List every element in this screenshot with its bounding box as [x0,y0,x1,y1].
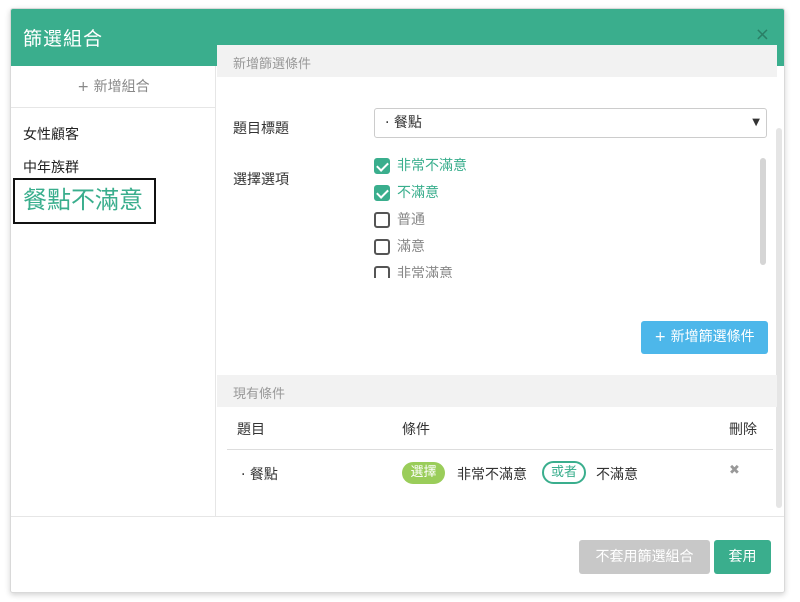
condition-value-1: 非常不滿意 [457,467,527,483]
or-badge: 或者 [542,461,586,484]
checkbox-checked-icon[interactable] [374,158,390,174]
main-scrollbar[interactable] [776,128,782,508]
row-question: · 餐點 [241,467,278,483]
table-row: · 餐點 選擇 非常不滿意 或者 不滿意 ✖ [227,450,773,496]
options-label: 選擇選項 [233,172,289,188]
delete-icon[interactable]: ✖ [729,463,740,478]
new-filter-section-header: 新增篩選條件 [217,45,777,77]
question-select-value: · 餐點 [385,115,422,131]
question-select[interactable]: · 餐點 ▼ [374,108,767,138]
column-delete: 刪除 [729,422,757,438]
checkbox-icon[interactable] [374,212,390,228]
column-question: 題目 [237,422,265,438]
options-list: 非常不滿意 不滿意 普通 滿意 非常滿意 [374,156,769,278]
checkbox-icon[interactable] [374,239,390,255]
new-filter-section-title: 新增篩選條件 [233,57,312,72]
filter-combination-modal: 篩選組合 × + 新增組合 女性顧客 中年族群 餐點不滿意 新增篩選條件 題目標… [10,8,785,593]
checkbox-checked-icon[interactable] [374,185,390,201]
options-scrollbar[interactable] [760,158,766,265]
question-label: 題目標題 [233,121,289,137]
modal-footer: 不套用篩選組合 套用 [11,516,784,592]
conditions-table-header: 題目 條件 刪除 [227,407,773,450]
add-combination-button[interactable]: + 新增組合 [11,66,216,108]
sidebar-item-middle-aged[interactable]: 中年族群 [23,157,79,177]
main-panel: 新增篩選條件 題目標題 · 餐點 ▼ 選擇選項 非常不滿意 不滿意 普通 滿意 [217,45,784,516]
sidebar-item-female-customers[interactable]: 女性顧客 [23,124,79,144]
close-icon[interactable]: × [755,24,770,45]
select-badge: 選擇 [402,462,445,484]
modal-title: 篩選組合 [23,28,104,50]
sidebar-item-meal-dissatisfied[interactable]: 餐點不滿意 [13,178,156,224]
condition-value-2: 不滿意 [596,467,638,483]
no-apply-button[interactable]: 不套用篩選組合 [579,540,710,574]
combination-sidebar: + 新增組合 女性顧客 中年族群 餐點不滿意 [11,66,216,516]
add-filter-button[interactable]: + 新增篩選條件 [641,321,768,354]
apply-button[interactable]: 套用 [714,540,771,574]
existing-section-title: 現有條件 [233,387,286,402]
existing-section-header: 現有條件 [217,375,777,407]
caret-down-icon: ▼ [752,117,760,128]
checkbox-icon[interactable] [374,266,390,278]
column-condition: 條件 [402,422,430,438]
